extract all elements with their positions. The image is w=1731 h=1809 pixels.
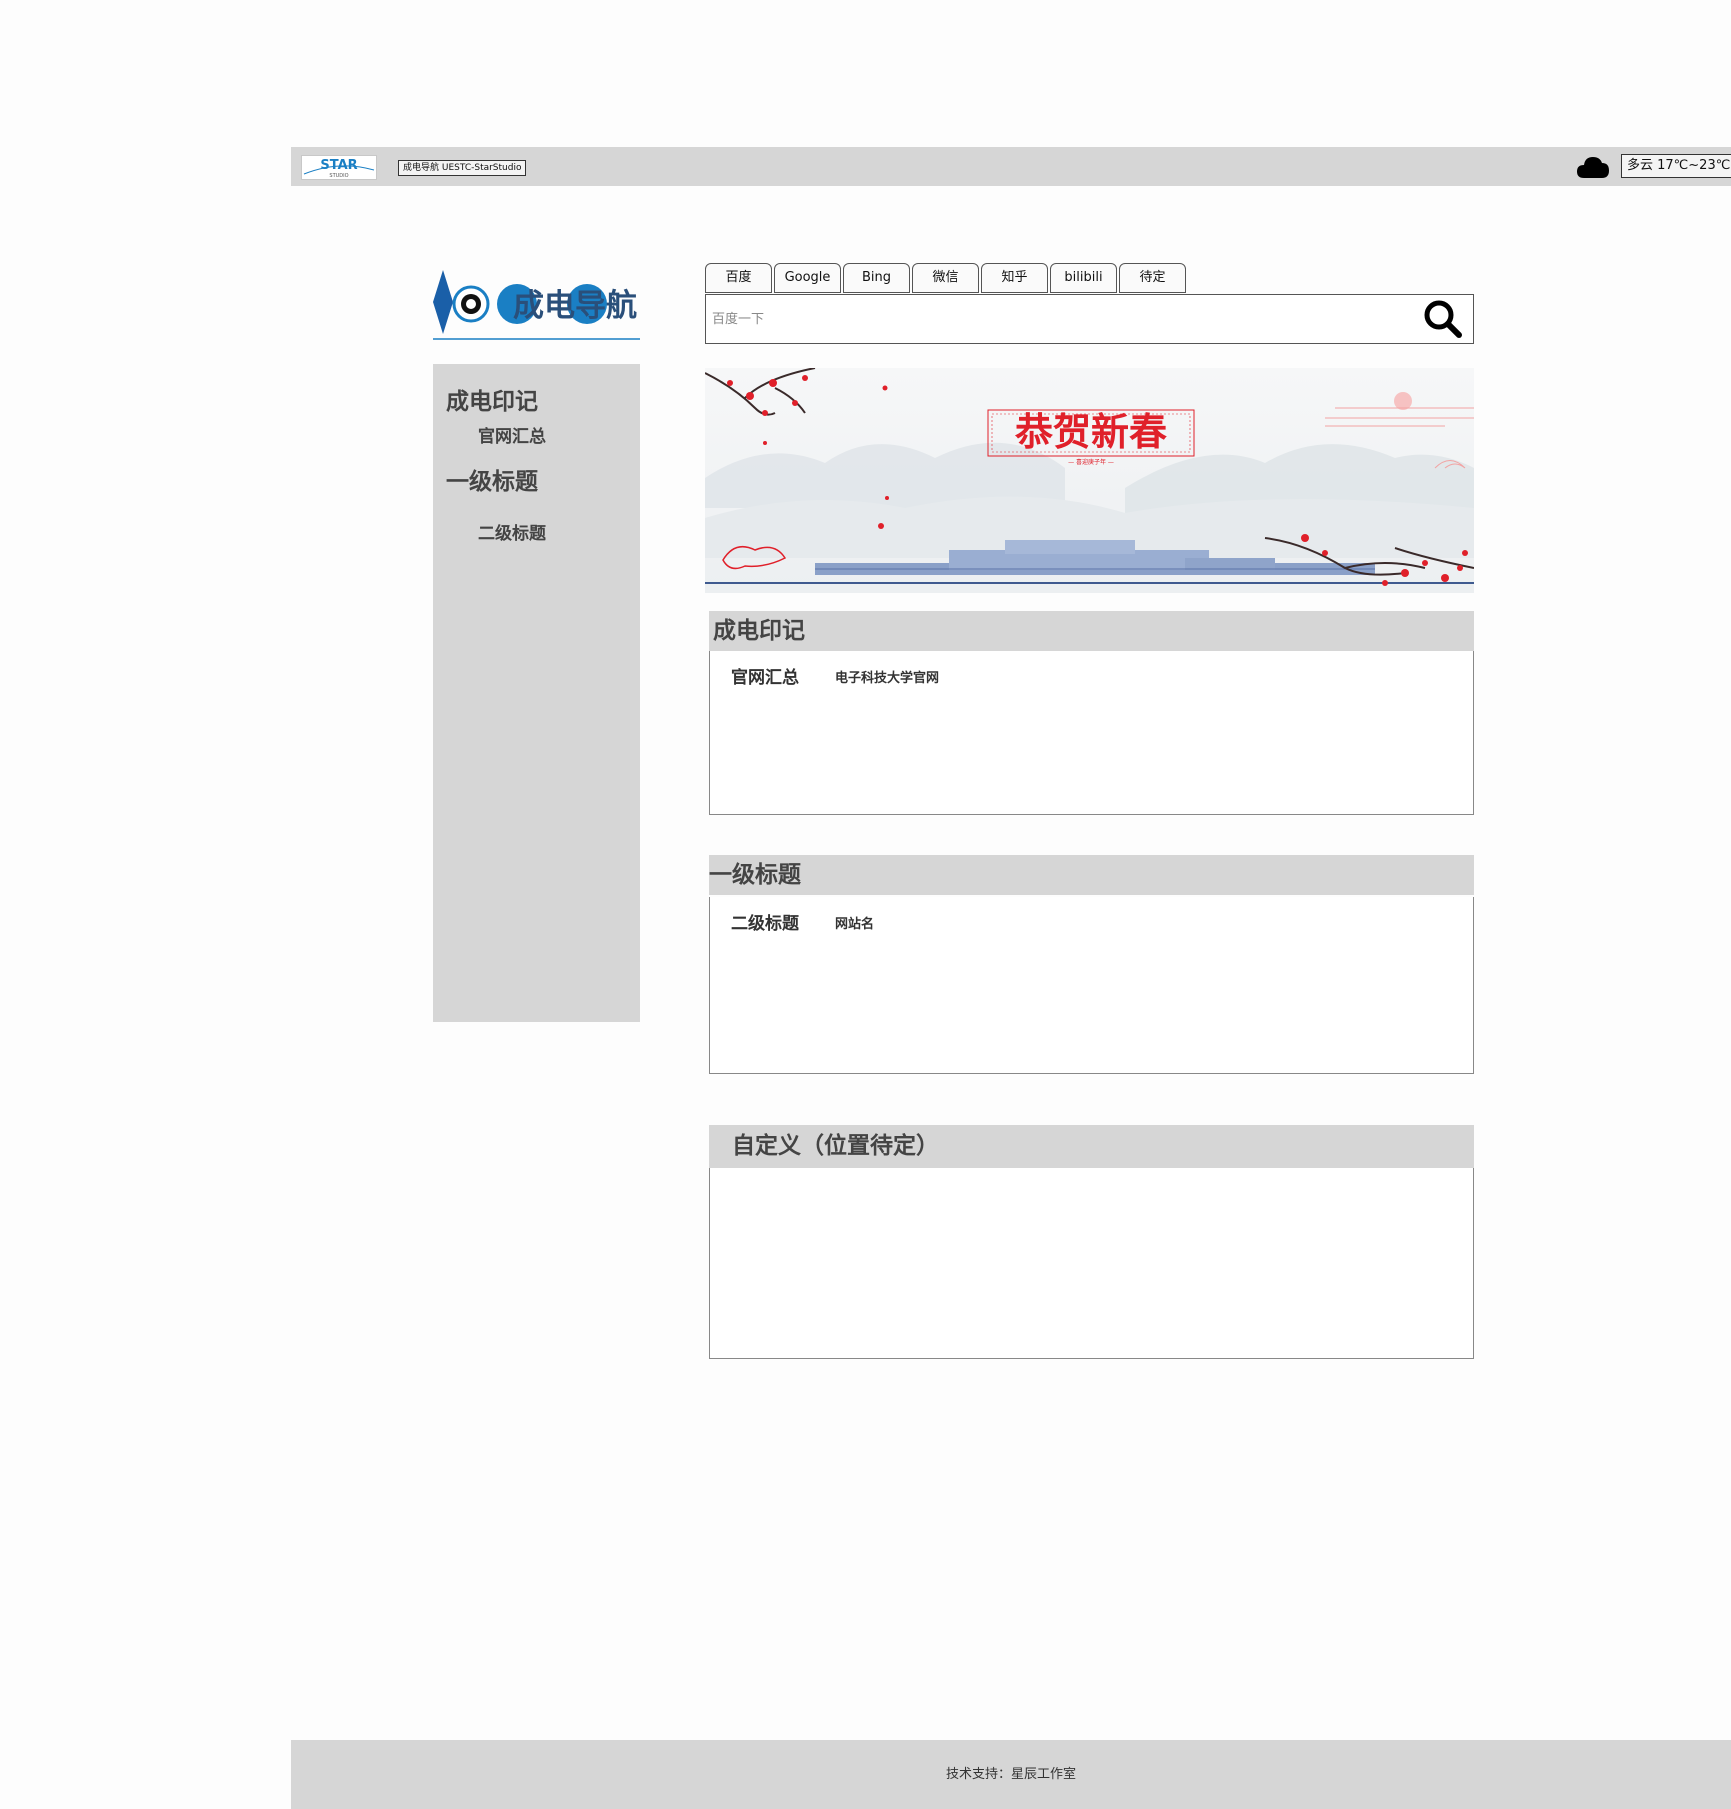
star-logo-text: STAR [320, 158, 357, 173]
subsection-label: 官网汇总 [731, 668, 799, 688]
logo-text: 成电导航 [513, 288, 637, 324]
site-link-site-name[interactable]: 网站名 [835, 913, 874, 932]
section-title: 自定义（位置待定） [732, 1133, 939, 1159]
section-header-chengdian-yinji: 成电印记 [709, 611, 1474, 651]
section-header-level1-title: 一级标题 [709, 855, 1474, 895]
section-title: 一级标题 [709, 862, 801, 888]
site-title: 成电导航 UESTC-StarStudio [398, 160, 527, 176]
banner-subtitle: — 喜迎庚子年 — [1068, 458, 1114, 466]
search-icon[interactable] [1421, 297, 1465, 341]
logo-diamond-shape [433, 270, 453, 334]
tab-daiding[interactable]: 待定 [1119, 263, 1186, 293]
brand-logo[interactable]: 成电导航 [433, 266, 640, 341]
tab-weixin[interactable]: 微信 [912, 263, 979, 293]
section-header-custom: 自定义（位置待定） [709, 1125, 1474, 1168]
sidebar-item-guanwang-huizong[interactable]: 官网汇总 [478, 422, 546, 447]
cloud-icon [1577, 157, 1609, 178]
tab-baidu[interactable]: 百度 [705, 263, 772, 293]
tab-google[interactable]: Google [774, 263, 841, 293]
tab-bing[interactable]: Bing [843, 263, 910, 293]
footer-text: 技术支持：星辰工作室 [945, 1767, 1076, 1782]
weather-text: 多云 17℃~23℃ [1621, 154, 1731, 178]
search-box [705, 294, 1474, 344]
section-title: 成电印记 [713, 618, 805, 644]
banner-title: 恭贺新春 [1014, 409, 1167, 454]
search-input[interactable] [710, 303, 1404, 335]
section-body-level1-title: 二级标题 网站名 [709, 897, 1474, 1074]
star-logo-subtext: STUDIO [329, 173, 348, 179]
section-body-chengdian-yinji: 官网汇总 电子科技大学官网 [709, 651, 1474, 815]
tab-bilibili[interactable]: bilibili [1050, 263, 1117, 293]
site-link-uestc-official[interactable]: 电子科技大学官网 [835, 667, 939, 686]
top-bar: STAR STUDIO 成电导航 UESTC-StarStudio 多云 17℃… [291, 147, 1731, 186]
subsection-label: 二级标题 [731, 914, 799, 934]
sidebar-item-level1-title[interactable]: 一级标题 [446, 462, 538, 496]
footer: 技术支持：星辰工作室 [291, 1740, 1731, 1809]
tab-zhihu[interactable]: 知乎 [981, 263, 1048, 293]
sidebar: 成电印记 官网汇总 一级标题 二级标题 [433, 364, 640, 1022]
star-studio-logo[interactable]: STAR STUDIO [301, 155, 377, 180]
sidebar-item-chengdian-yinji[interactable]: 成电印记 [446, 382, 538, 416]
banner-image: 恭贺新春 — 喜迎庚子年 — [705, 368, 1474, 593]
sidebar-item-level2-title[interactable]: 二级标题 [478, 519, 546, 544]
section-body-custom [709, 1168, 1474, 1359]
